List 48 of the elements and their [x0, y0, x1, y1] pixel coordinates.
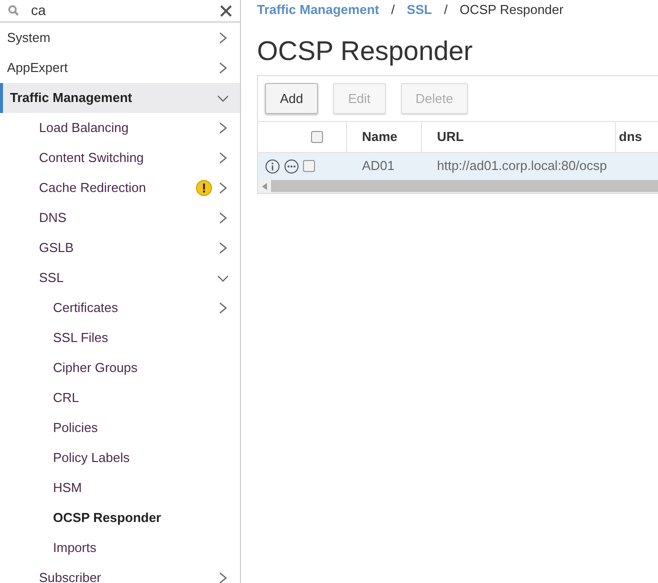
toolbar-button[interactable]: Add — [265, 83, 318, 114]
page-title: OCSP Responder — [257, 35, 474, 68]
breadcrumb-current: OCSP Responder — [460, 1, 564, 20]
nav-item[interactable]: Cache Redirection — [0, 173, 240, 203]
chevron-right-icon[interactable] — [217, 212, 229, 224]
nav-item[interactable]: GSLB — [0, 233, 240, 263]
nav-item[interactable]: Policy Labels — [0, 443, 240, 473]
nav-item[interactable]: CRL — [0, 383, 240, 413]
close-icon[interactable] — [220, 4, 232, 16]
nav-item[interactable]: Imports — [0, 533, 240, 563]
table-cell: http://ad01.corp.local:80/ocsp — [437, 158, 607, 174]
nav-item[interactable]: OCSP Responder — [0, 503, 240, 533]
nav-item[interactable]: Content Switching — [0, 143, 240, 173]
nav-item[interactable]: AppExpert — [0, 53, 240, 83]
column-header[interactable]: dns — [618, 127, 642, 147]
checkbox[interactable] — [303, 160, 315, 172]
nav-item[interactable]: HSM — [0, 473, 240, 503]
chevron-right-icon[interactable] — [217, 302, 229, 314]
chevron-right-icon[interactable] — [217, 62, 229, 74]
search-field[interactable]: ca — [31, 0, 208, 21]
search-icon — [8, 5, 19, 16]
checkbox[interactable] — [311, 131, 323, 143]
nav-item[interactable]: Policies — [0, 413, 240, 443]
column-header[interactable]: URL — [437, 127, 464, 147]
nav-item[interactable]: Subscriber — [0, 563, 240, 583]
nav-item[interactable]: Certificates — [0, 293, 240, 323]
breadcrumb-separator: / — [443, 1, 449, 20]
breadcrumb-separator: / — [390, 1, 396, 20]
column-header[interactable]: Name — [362, 127, 398, 147]
nav-item[interactable]: Traffic Management — [0, 83, 240, 113]
chevron-right-icon[interactable] — [217, 242, 229, 254]
warning-icon — [196, 180, 212, 196]
nav-item[interactable]: System — [0, 23, 240, 53]
nav-item[interactable]: SSL — [0, 263, 240, 293]
horizontal-scrollbar[interactable] — [258, 179, 658, 193]
chevron-right-icon[interactable] — [217, 32, 229, 44]
nav-item[interactable]: DNS — [0, 203, 240, 233]
more-options-icon[interactable] — [284, 158, 299, 174]
info-icon[interactable] — [265, 158, 280, 174]
nav-item[interactable]: Load Balancing — [0, 113, 240, 143]
table-cell: AD01 — [362, 158, 395, 174]
nav-item[interactable]: SSL Files — [0, 323, 240, 353]
nav-item[interactable]: Cipher Groups — [0, 353, 240, 383]
chevron-right-icon[interactable] — [217, 572, 229, 583]
chevron-right-icon[interactable] — [217, 152, 229, 164]
chevron-right-icon[interactable] — [217, 182, 229, 194]
chevron-right-icon[interactable] — [217, 122, 229, 134]
table-row[interactable]: AD01 http://ad01.corp.local:80/ocsp — [258, 153, 658, 179]
